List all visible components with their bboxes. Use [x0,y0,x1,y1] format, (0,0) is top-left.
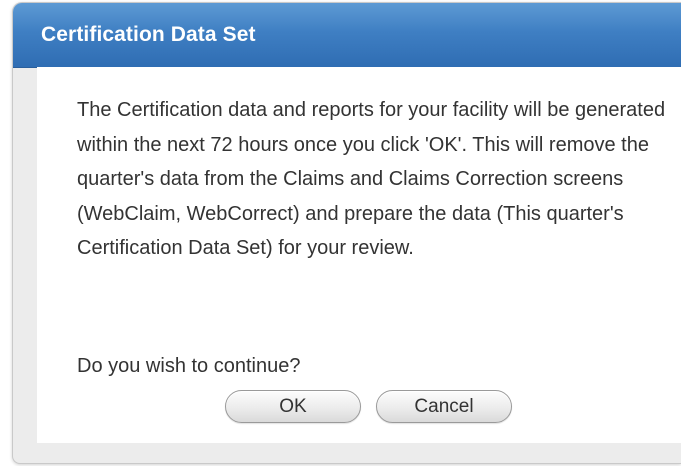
certification-dialog: Certification Data Set The Certification… [12,2,681,464]
ok-button[interactable]: OK [225,390,361,423]
dialog-message: The Certification data and reports for y… [77,99,666,259]
dialog-title-bar: Certification Data Set [13,3,681,68]
dialog-content: The Certification data and reports for y… [37,67,681,443]
continue-question: Do you wish to continue? [77,355,301,377]
dialog-title: Certification Data Set [41,23,256,46]
cancel-button[interactable]: Cancel [376,390,512,423]
